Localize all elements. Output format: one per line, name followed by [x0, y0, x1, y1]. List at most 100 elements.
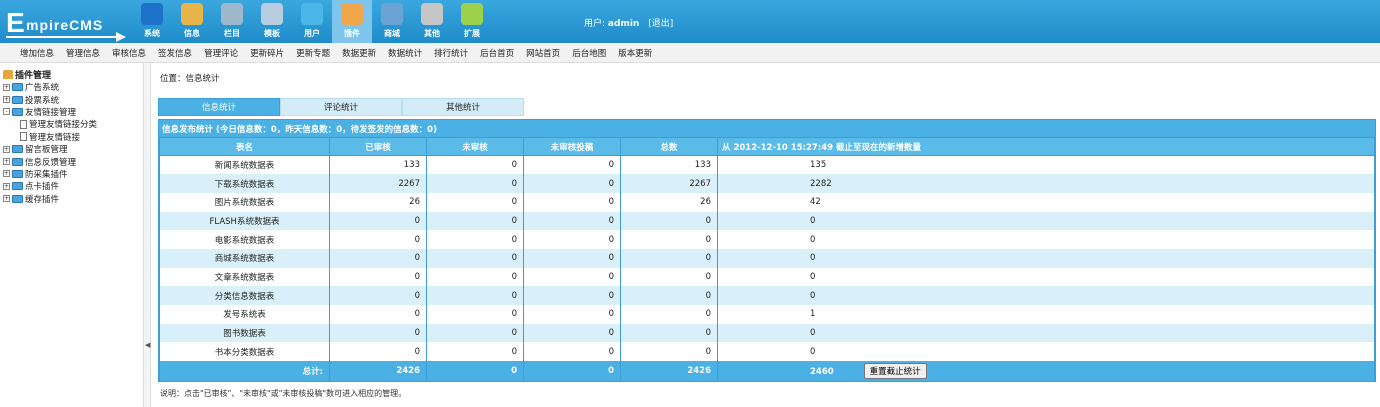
table-row: 书本分类数据表 0 0 0 0 0 [159, 342, 1375, 362]
logout-link[interactable]: [退出] [648, 19, 673, 29]
quick-menu-item[interactable]: 数据更新 [342, 47, 376, 59]
count-cell[interactable]: 0 [523, 305, 621, 324]
count-cell[interactable]: 0 [523, 267, 621, 287]
count-cell[interactable]: 0 [523, 323, 621, 343]
expand-icon[interactable]: + [3, 170, 10, 178]
count-cell[interactable]: 0 [329, 305, 427, 324]
expand-icon[interactable]: + [3, 158, 10, 166]
quick-menu-item[interactable]: 签发信息 [158, 47, 192, 59]
tree-node[interactable]: - 友情链接管理 [3, 106, 143, 118]
nav-item-5[interactable]: 插件 [332, 0, 372, 43]
tab-0[interactable]: 信息统计 [158, 98, 280, 116]
count-cell[interactable]: 0 [426, 342, 524, 362]
plugin-icon [341, 3, 363, 25]
table-name-cell: 新闻系统数据表 [159, 155, 330, 175]
count-cell[interactable]: 0 [523, 211, 621, 231]
expand-icon[interactable]: + [3, 145, 10, 153]
empirecms-logo[interactable]: E mpireCMS [6, 8, 126, 42]
tree-root[interactable]: 插件管理 [3, 68, 143, 81]
expand-icon[interactable]: + [3, 96, 10, 104]
nav-item-1[interactable]: 信息 [172, 0, 212, 43]
table-row: 分类信息数据表 0 0 0 0 0 [159, 286, 1375, 305]
tree-node[interactable]: + 缓存插件 [3, 193, 143, 205]
tree-node[interactable]: + 信息反馈管理 [3, 155, 143, 168]
quick-menu-item[interactable]: 网站首页 [526, 47, 560, 59]
user-prefix: 用户: [584, 19, 606, 29]
count-cell[interactable]: 0 [426, 305, 524, 324]
reset-stats-button[interactable]: 重置截止统计 [863, 363, 927, 380]
tree-node[interactable]: + 广告系统 [3, 81, 143, 93]
total-cell: 0 [523, 361, 621, 382]
quick-menu-item[interactable]: 管理信息 [66, 47, 100, 59]
quick-menu-item[interactable]: 后台首页 [480, 47, 514, 59]
tab-2[interactable]: 其他统计 [402, 98, 524, 116]
tree-node[interactable]: + 点卡插件 [3, 180, 143, 192]
count-cell[interactable]: 0 [523, 342, 621, 362]
count-cell[interactable]: 0 [426, 155, 524, 175]
count-cell[interactable]: 0 [329, 267, 427, 287]
count-cell[interactable]: 0 [426, 230, 524, 249]
count-cell: 0 [620, 248, 718, 268]
nav-item-2[interactable]: 栏目 [212, 0, 252, 43]
count-cell[interactable]: 0 [523, 174, 621, 193]
quick-menu-item[interactable]: 增加信息 [20, 47, 54, 59]
count-cell[interactable]: 0 [329, 286, 427, 305]
stats-tabs: 信息统计 评论统计 其他统计 [158, 98, 524, 116]
count-cell[interactable]: 133 [329, 155, 427, 175]
quick-menu-item[interactable]: 数据统计 [388, 47, 422, 59]
quick-menu-item[interactable]: 版本更新 [618, 47, 652, 59]
nav-item-3[interactable]: 模板 [252, 0, 292, 43]
count-cell[interactable]: 0 [329, 248, 427, 268]
tab-1[interactable]: 评论统计 [280, 98, 402, 116]
column-header: 未审核投稿 [523, 137, 621, 156]
nav-item-0[interactable]: 系统 [132, 0, 172, 43]
collapse-arrow-icon[interactable]: ◀ [145, 341, 150, 349]
document-icon [20, 119, 27, 129]
count-cell[interactable]: 0 [426, 211, 524, 231]
quick-menu-item[interactable]: 后台地图 [572, 47, 606, 59]
count-cell[interactable]: 0 [523, 286, 621, 305]
count-cell[interactable]: 0 [426, 267, 524, 287]
expand-icon[interactable]: + [3, 83, 10, 91]
count-cell[interactable]: 0 [329, 211, 427, 231]
tree-node[interactable]: + 留言板管理 [3, 143, 143, 155]
quick-menu-item[interactable]: 排行统计 [434, 47, 468, 59]
count-cell[interactable]: 0 [426, 323, 524, 343]
count-cell[interactable]: 0 [426, 174, 524, 193]
count-cell[interactable]: 2267 [329, 174, 427, 193]
panel-splitter[interactable]: ◀ [143, 63, 151, 407]
count-cell[interactable]: 26 [329, 192, 427, 212]
expand-icon[interactable]: + [3, 182, 10, 190]
nav-item-4[interactable]: 用户 [292, 0, 332, 43]
collapse-icon[interactable]: - [3, 108, 10, 116]
count-cell[interactable]: 0 [523, 248, 621, 268]
logo-underline [6, 36, 118, 38]
nav-item-label: 栏目 [224, 29, 240, 38]
tree-child-node[interactable]: 管理友情链接 [3, 131, 143, 143]
count-cell[interactable]: 0 [329, 230, 427, 249]
count-cell[interactable]: 0 [523, 155, 621, 175]
expand-icon[interactable]: + [3, 195, 10, 203]
quick-menu-item[interactable]: 审核信息 [112, 47, 146, 59]
nav-item-7[interactable]: 其他 [412, 0, 452, 43]
count-cell[interactable]: 0 [523, 230, 621, 249]
count-cell[interactable]: 0 [329, 342, 427, 362]
table-name-cell: 分类信息数据表 [159, 286, 330, 305]
tree-node[interactable]: + 防采集插件 [3, 168, 143, 180]
count-cell: 0 [620, 342, 718, 362]
count-cell[interactable]: 0 [426, 248, 524, 268]
tree-node[interactable]: + 投票系统 [3, 93, 143, 106]
nav-item-8[interactable]: 扩展 [452, 0, 492, 43]
count-cell[interactable]: 0 [329, 323, 427, 343]
quick-menu-item[interactable]: 更新碎片 [250, 47, 284, 59]
count-cell: 0 [620, 230, 718, 249]
tree-child-node[interactable]: 管理友情链接分类 [3, 118, 143, 130]
plugin-tree: 插件管理 + 广告系统 + 投票系统 - 友情链接管理 管理友情链接分类 管理友情链接 + 留言板… [3, 68, 143, 205]
count-cell[interactable]: 0 [426, 192, 524, 212]
user-info: 用户: admin [退出] [584, 16, 673, 29]
quick-menu-item[interactable]: 管理评论 [204, 47, 238, 59]
nav-item-6[interactable]: 商城 [372, 0, 412, 43]
count-cell[interactable]: 0 [426, 286, 524, 305]
quick-menu-item[interactable]: 更新专题 [296, 47, 330, 59]
count-cell[interactable]: 0 [523, 192, 621, 212]
